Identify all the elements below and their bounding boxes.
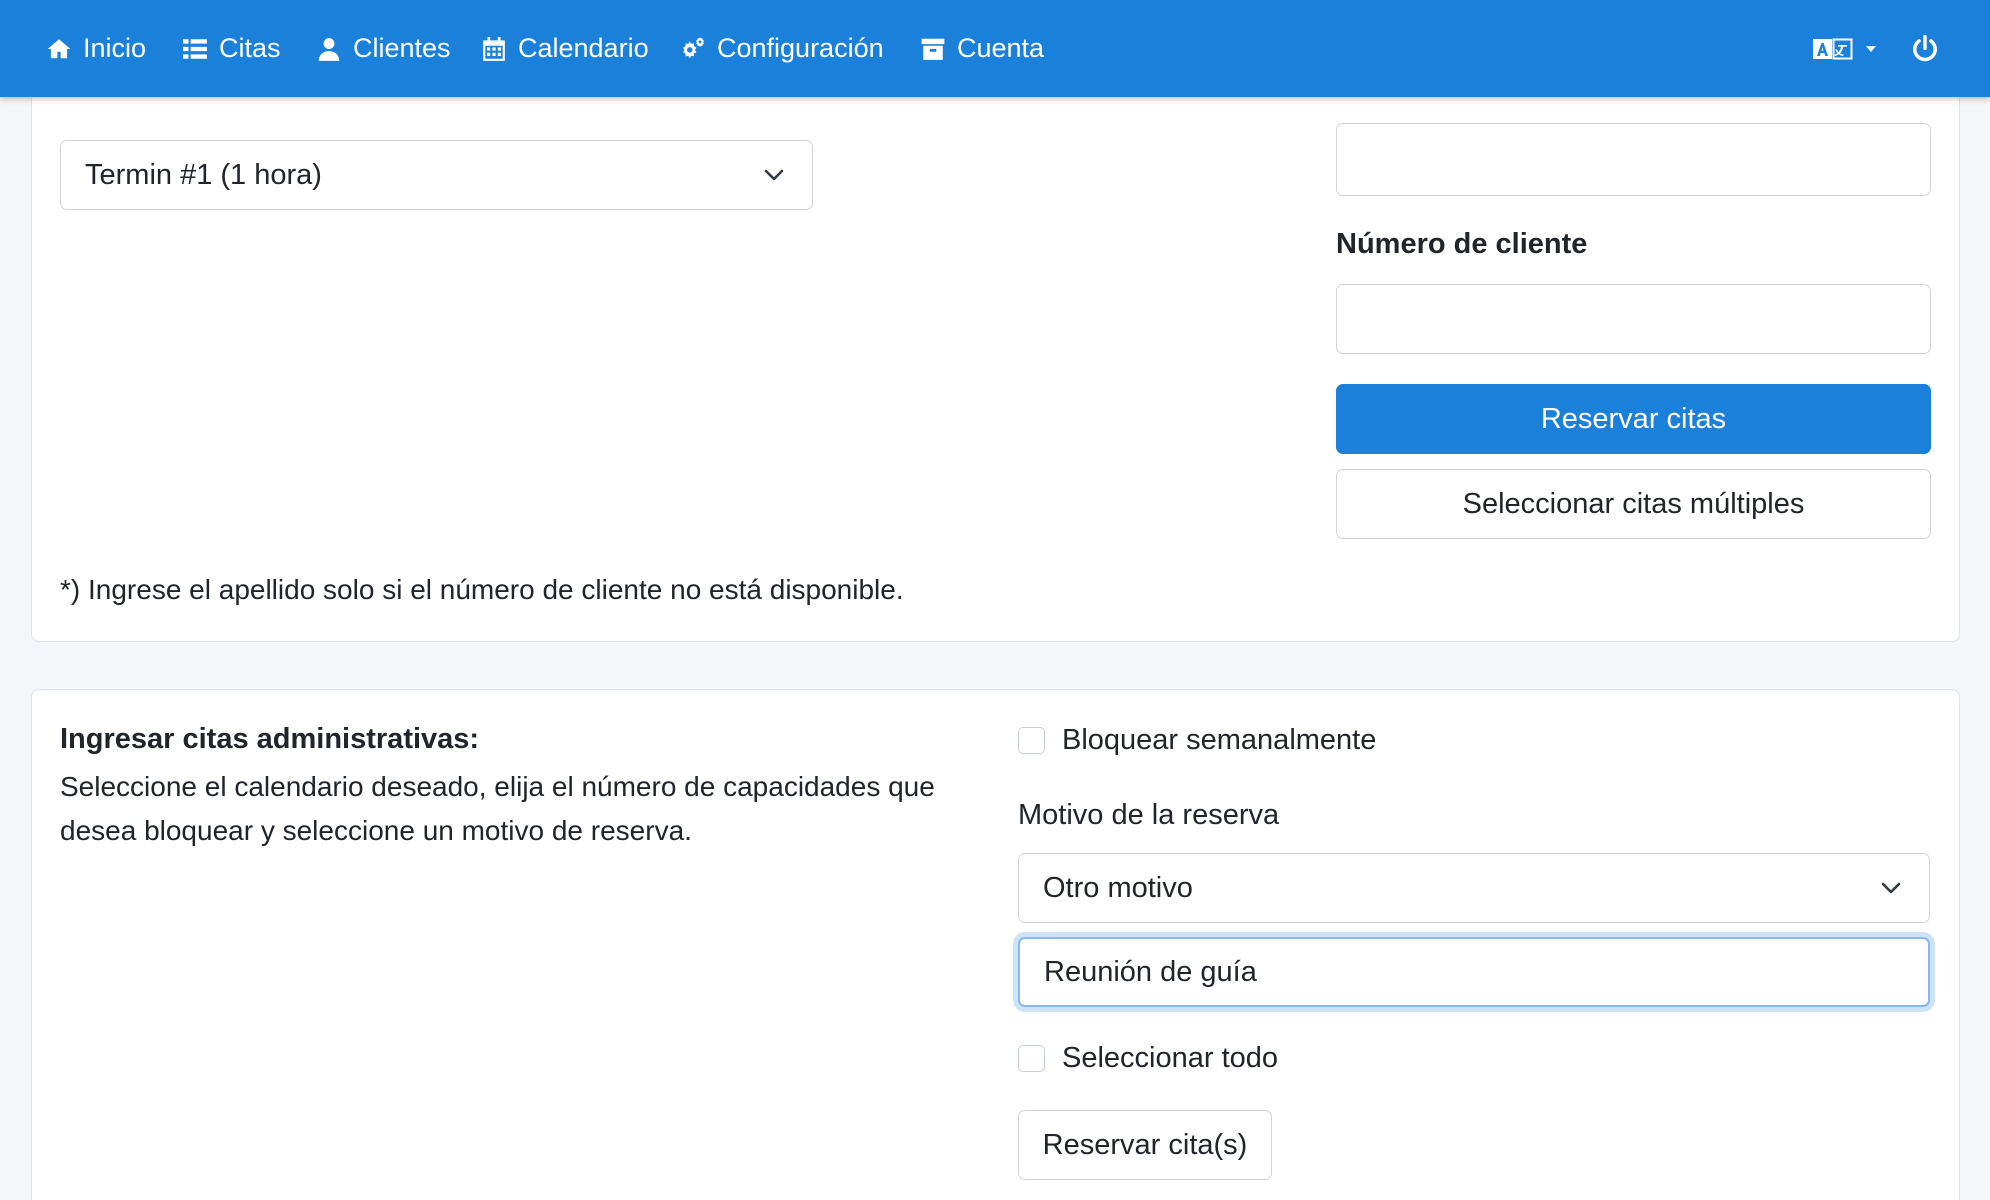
nav-label: Configuración: [717, 33, 884, 63]
lastname-field[interactable]: [1336, 123, 1931, 196]
logout-button[interactable]: [1912, 0, 1938, 97]
list-icon: [183, 38, 207, 59]
reserve-admin-appointments-button[interactable]: Reservar cita(s): [1018, 1110, 1272, 1180]
customer-number-label: Número de cliente: [1336, 228, 1588, 260]
nav-label: Clientes: [353, 33, 451, 63]
select-all-row: Seleccionar todo: [1018, 1042, 1278, 1075]
appointment-type-select[interactable]: Termin #1 (1 hora): [60, 140, 813, 210]
block-weekly-row: Bloquear semanalmente: [1018, 724, 1376, 757]
language-dropdown[interactable]: [1812, 0, 1878, 97]
customer-number-field[interactable]: [1336, 284, 1931, 354]
home-icon: [47, 38, 71, 58]
nav-item-cuenta[interactable]: Cuenta: [920, 0, 1044, 97]
nav-item-citas[interactable]: Citas: [182, 0, 281, 97]
chevron-down-icon: [764, 169, 784, 181]
reserve-appointments-button[interactable]: Reservar citas: [1336, 384, 1931, 454]
nav-label: Cuenta: [957, 33, 1045, 63]
nav-label: Inicio: [83, 33, 147, 63]
block-weekly-checkbox[interactable]: [1018, 727, 1045, 754]
nav-item-calendario[interactable]: Calendario: [481, 0, 649, 97]
nav-label: Citas: [219, 33, 281, 63]
reason-label: Motivo de la reserva: [1018, 799, 1280, 831]
appointment-type-value: Termin #1 (1 hora): [85, 158, 322, 191]
admin-description-line2: desea bloquear y seleccione un motivo de…: [60, 815, 692, 846]
nav-item-configuracion[interactable]: Configuración: [680, 0, 884, 97]
language-icon: [1813, 38, 1853, 59]
archive-icon: [921, 38, 945, 60]
select-all-checkbox[interactable]: [1018, 1045, 1045, 1072]
reason-select-value: Otro motivo: [1043, 871, 1193, 904]
chevron-down-icon: [1881, 882, 1901, 894]
select-all-label: Seleccionar todo: [1062, 1042, 1279, 1074]
lastname-note: *) Ingrese el apellido solo si el número…: [60, 574, 904, 605]
nav-item-clientes[interactable]: Clientes: [316, 0, 451, 97]
top-navbar: Inicio Citas Clientes Calendario Configu…: [0, 0, 1990, 97]
select-multiple-appointments-button[interactable]: Seleccionar citas múltiples: [1336, 469, 1931, 539]
block-weekly-label: Bloquear semanalmente: [1062, 724, 1377, 756]
user-icon: [318, 37, 340, 61]
caret-down-icon: [1866, 45, 1876, 52]
power-icon: [1913, 34, 1937, 61]
calendar-icon: [483, 36, 505, 61]
nav-item-inicio[interactable]: Inicio: [46, 0, 146, 97]
nav-label: Calendario: [518, 33, 649, 63]
reason-select[interactable]: Otro motivo: [1018, 853, 1930, 923]
cogs-icon: [683, 36, 705, 58]
admin-title: Ingresar citas administrativas:: [60, 723, 480, 755]
admin-description-line1: Seleccione el calendario deseado, elija …: [60, 771, 935, 802]
reason-text-value: Reunión de guía: [1044, 955, 1257, 988]
reason-text-input[interactable]: Reunión de guía: [1018, 937, 1930, 1007]
